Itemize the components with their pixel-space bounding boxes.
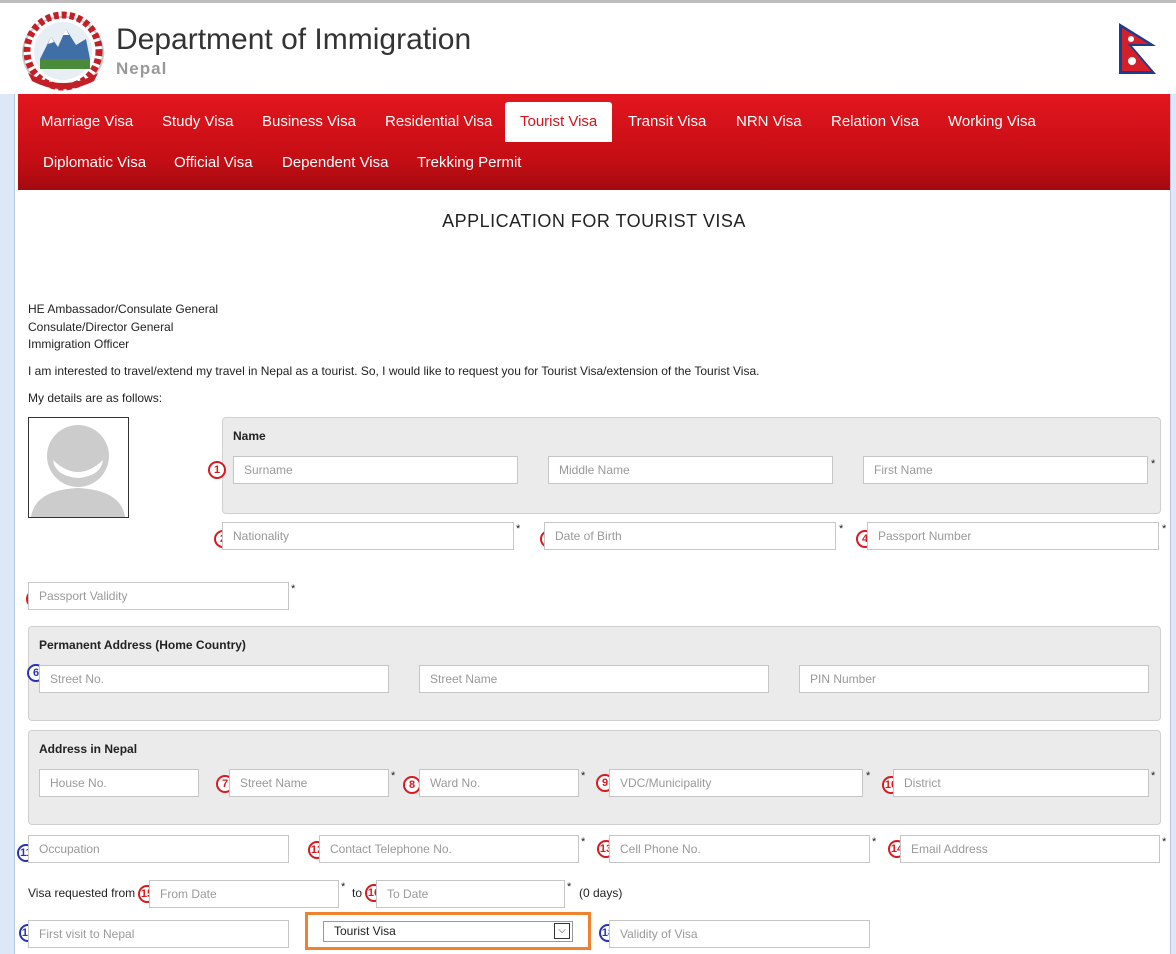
- required-mark: *: [567, 881, 572, 893]
- marker-1: 1: [208, 461, 226, 479]
- first-name-input[interactable]: [863, 456, 1148, 484]
- nepal-flag-icon: [1119, 23, 1156, 74]
- required-mark: *: [866, 770, 871, 782]
- perm-street-no-input[interactable]: [39, 665, 389, 693]
- first-visit-input[interactable]: [28, 920, 289, 948]
- chevron-down-icon[interactable]: ⌵: [554, 923, 570, 939]
- nepal-address-title: Address in Nepal: [39, 742, 138, 756]
- required-mark: *: [839, 523, 844, 535]
- required-mark: *: [1162, 523, 1167, 535]
- page-title: Department of Immigration: [116, 23, 472, 56]
- required-mark: *: [872, 836, 877, 848]
- page-subtitle: Nepal: [116, 59, 168, 78]
- addressee-line-3: Immigration Officer: [28, 337, 130, 351]
- nepal-street-name-input[interactable]: [229, 769, 389, 797]
- nav-marriage-visa[interactable]: Marriage Visa: [26, 102, 148, 142]
- passport-validity-input[interactable]: [28, 582, 289, 610]
- nepal-emblem-icon: [22, 11, 104, 91]
- addressee-line-1: HE Ambassador/Consulate General: [28, 302, 219, 316]
- ward-no-input[interactable]: [419, 769, 579, 797]
- required-mark: *: [581, 770, 586, 782]
- cell-phone-input[interactable]: [609, 835, 870, 863]
- nav-relation-visa[interactable]: Relation Visa: [816, 102, 934, 142]
- form-title: APPLICATION FOR TOURIST VISA: [442, 211, 746, 231]
- from-date-input[interactable]: [149, 880, 339, 908]
- photo-upload[interactable]: [28, 417, 129, 518]
- email-input[interactable]: [900, 835, 1160, 863]
- house-no-input[interactable]: [39, 769, 199, 797]
- nav-trekking-permit[interactable]: Trekking Permit: [402, 143, 536, 183]
- occupation-input[interactable]: [28, 835, 289, 863]
- visa-type-select[interactable]: Tourist Visa ⌵: [323, 921, 573, 942]
- name-panel-title: Name: [233, 429, 266, 443]
- district-input[interactable]: [893, 769, 1149, 797]
- required-mark: *: [581, 836, 586, 848]
- required-mark: *: [391, 770, 396, 782]
- intro-text: I am interested to travel/extend my trav…: [28, 364, 760, 378]
- required-mark: *: [291, 583, 296, 595]
- nav-business-visa[interactable]: Business Visa: [247, 102, 371, 142]
- required-mark: *: [341, 881, 346, 893]
- avatar-placeholder-icon: [29, 418, 128, 517]
- passport-number-input[interactable]: [867, 522, 1159, 550]
- days-count: (0 days): [579, 886, 623, 900]
- nav-study-visa[interactable]: Study Visa: [147, 102, 248, 142]
- surname-input[interactable]: [233, 456, 518, 484]
- middle-name-input[interactable]: [548, 456, 833, 484]
- nav-diplomatic-visa[interactable]: Diplomatic Visa: [28, 143, 161, 183]
- nav-dependent-visa[interactable]: Dependent Visa: [267, 143, 403, 183]
- nav-working-visa[interactable]: Working Visa: [933, 102, 1051, 142]
- nationality-input[interactable]: [222, 522, 514, 550]
- site-header: Department of Immigration Nepal: [0, 3, 1176, 94]
- addressee-line-2: Consulate/Director General: [28, 320, 174, 334]
- nav-residential-visa[interactable]: Residential Visa: [370, 102, 507, 142]
- required-mark: *: [1151, 770, 1156, 782]
- required-mark: *: [1151, 458, 1156, 470]
- nav-nrn-visa[interactable]: NRN Visa: [721, 102, 817, 142]
- nav-transit-visa[interactable]: Transit Visa: [613, 102, 721, 142]
- required-mark: *: [516, 523, 521, 535]
- visa-nav: Marriage Visa Study Visa Business Visa R…: [18, 94, 1170, 190]
- visa-type-highlight: Tourist Visa ⌵: [305, 912, 591, 950]
- vdc-municipality-input[interactable]: [609, 769, 863, 797]
- to-label: to: [352, 886, 363, 900]
- visa-requested-label: Visa requested from: [28, 886, 136, 900]
- details-label: My details are as follows:: [28, 391, 163, 405]
- contact-telephone-input[interactable]: [319, 835, 579, 863]
- permanent-address-title: Permanent Address (Home Country): [39, 638, 246, 652]
- date-of-birth-input[interactable]: [544, 522, 836, 550]
- nav-official-visa[interactable]: Official Visa: [159, 143, 268, 183]
- validity-of-visa-input[interactable]: [609, 920, 870, 948]
- required-mark: *: [1162, 836, 1167, 848]
- visa-type-selected: Tourist Visa: [334, 924, 396, 938]
- perm-street-name-input[interactable]: [419, 665, 769, 693]
- perm-pin-input[interactable]: [799, 665, 1149, 693]
- to-date-input[interactable]: [376, 880, 565, 908]
- nav-tourist-visa[interactable]: Tourist Visa: [505, 102, 613, 142]
